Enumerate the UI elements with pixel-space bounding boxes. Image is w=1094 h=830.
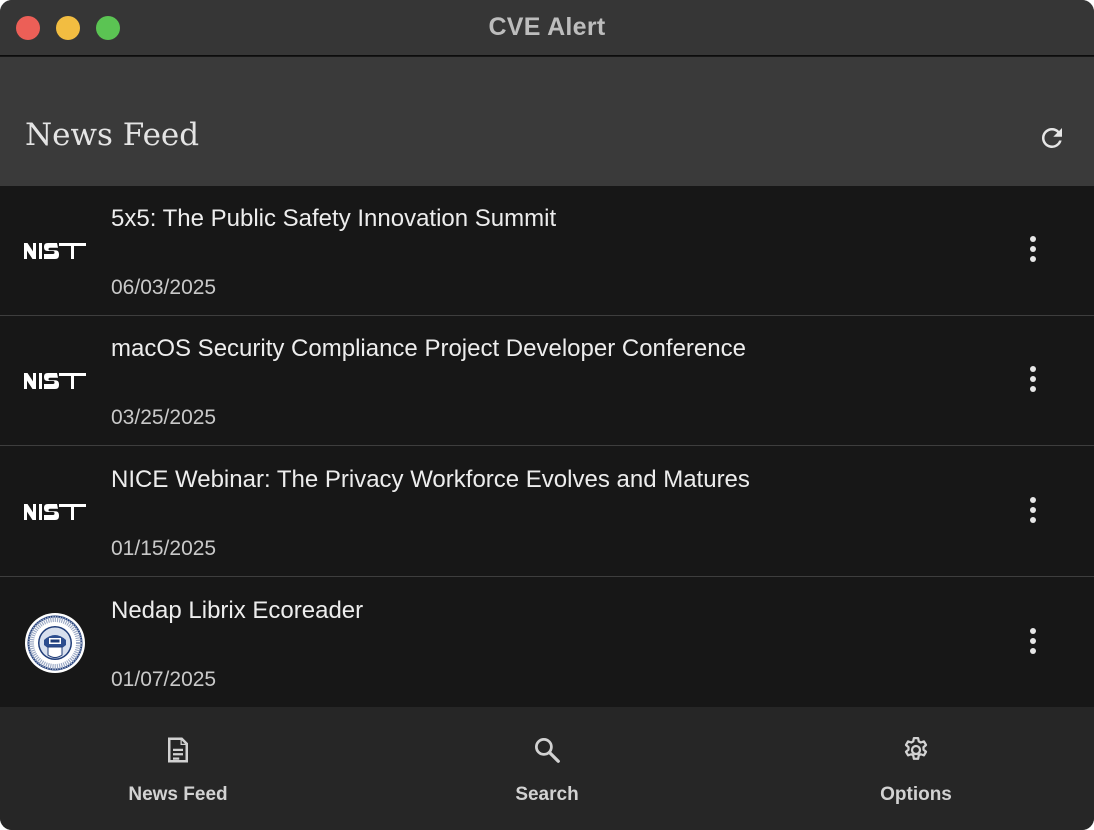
feed-item-title: macOS Security Compliance Project Develo… (111, 335, 746, 362)
feed-item-date: 01/15/2025 (111, 537, 217, 560)
news-feed-list: 5x5: The Public Safety Innovation Summit… (0, 186, 1094, 707)
item-menu-button[interactable] (1015, 361, 1051, 397)
app-bar: News Feed (0, 57, 1094, 186)
nist-logo (24, 220, 86, 282)
feed-item-title: 5x5: The Public Safety Innovation Summit (111, 205, 557, 232)
nav-label: Search (515, 784, 579, 805)
window-title: CVE Alert (488, 13, 606, 41)
feed-item[interactable]: Nedap Librix Ecoreader 01/07/2025 (0, 578, 1094, 707)
feed-item[interactable]: macOS Security Compliance Project Develo… (0, 316, 1094, 446)
nav-item-options[interactable]: Options (816, 707, 1016, 830)
feed-item-date: 06/03/2025 (111, 276, 217, 299)
more-vertical-icon (1030, 236, 1036, 262)
document-icon (162, 734, 194, 766)
item-menu-button[interactable] (1015, 492, 1051, 528)
nav-label: News Feed (128, 784, 228, 805)
nav-item-search[interactable]: Search (447, 707, 647, 830)
gear-icon (900, 734, 932, 766)
search-icon (531, 734, 563, 766)
more-vertical-icon (1030, 628, 1036, 654)
refresh-button[interactable] (1034, 120, 1070, 156)
cisa-seal-logo (24, 612, 86, 674)
feed-item[interactable]: NICE Webinar: The Privacy Workforce Evol… (0, 447, 1094, 577)
feed-item[interactable]: 5x5: The Public Safety Innovation Summit… (0, 186, 1094, 316)
feed-item-date: 03/25/2025 (111, 406, 217, 429)
item-menu-button[interactable] (1015, 623, 1051, 659)
title-bar: CVE Alert (0, 0, 1094, 56)
bottom-navigation: News Feed Search Options (0, 707, 1094, 830)
more-vertical-icon (1030, 497, 1036, 523)
more-vertical-icon (1030, 366, 1036, 392)
item-menu-button[interactable] (1015, 231, 1051, 267)
page-title: News Feed (25, 117, 200, 153)
nav-item-news-feed[interactable]: News Feed (78, 707, 278, 830)
feed-item-title: Nedap Librix Ecoreader (111, 597, 364, 624)
app-window: CVE Alert News Feed 5x5: The Public Safe… (0, 0, 1094, 830)
feed-item-date: 01/07/2025 (111, 668, 217, 691)
refresh-icon (1041, 127, 1062, 148)
nist-logo (24, 350, 86, 412)
nav-label: Options (880, 784, 952, 805)
nist-logo (24, 481, 86, 543)
feed-item-title: NICE Webinar: The Privacy Workforce Evol… (111, 466, 750, 493)
